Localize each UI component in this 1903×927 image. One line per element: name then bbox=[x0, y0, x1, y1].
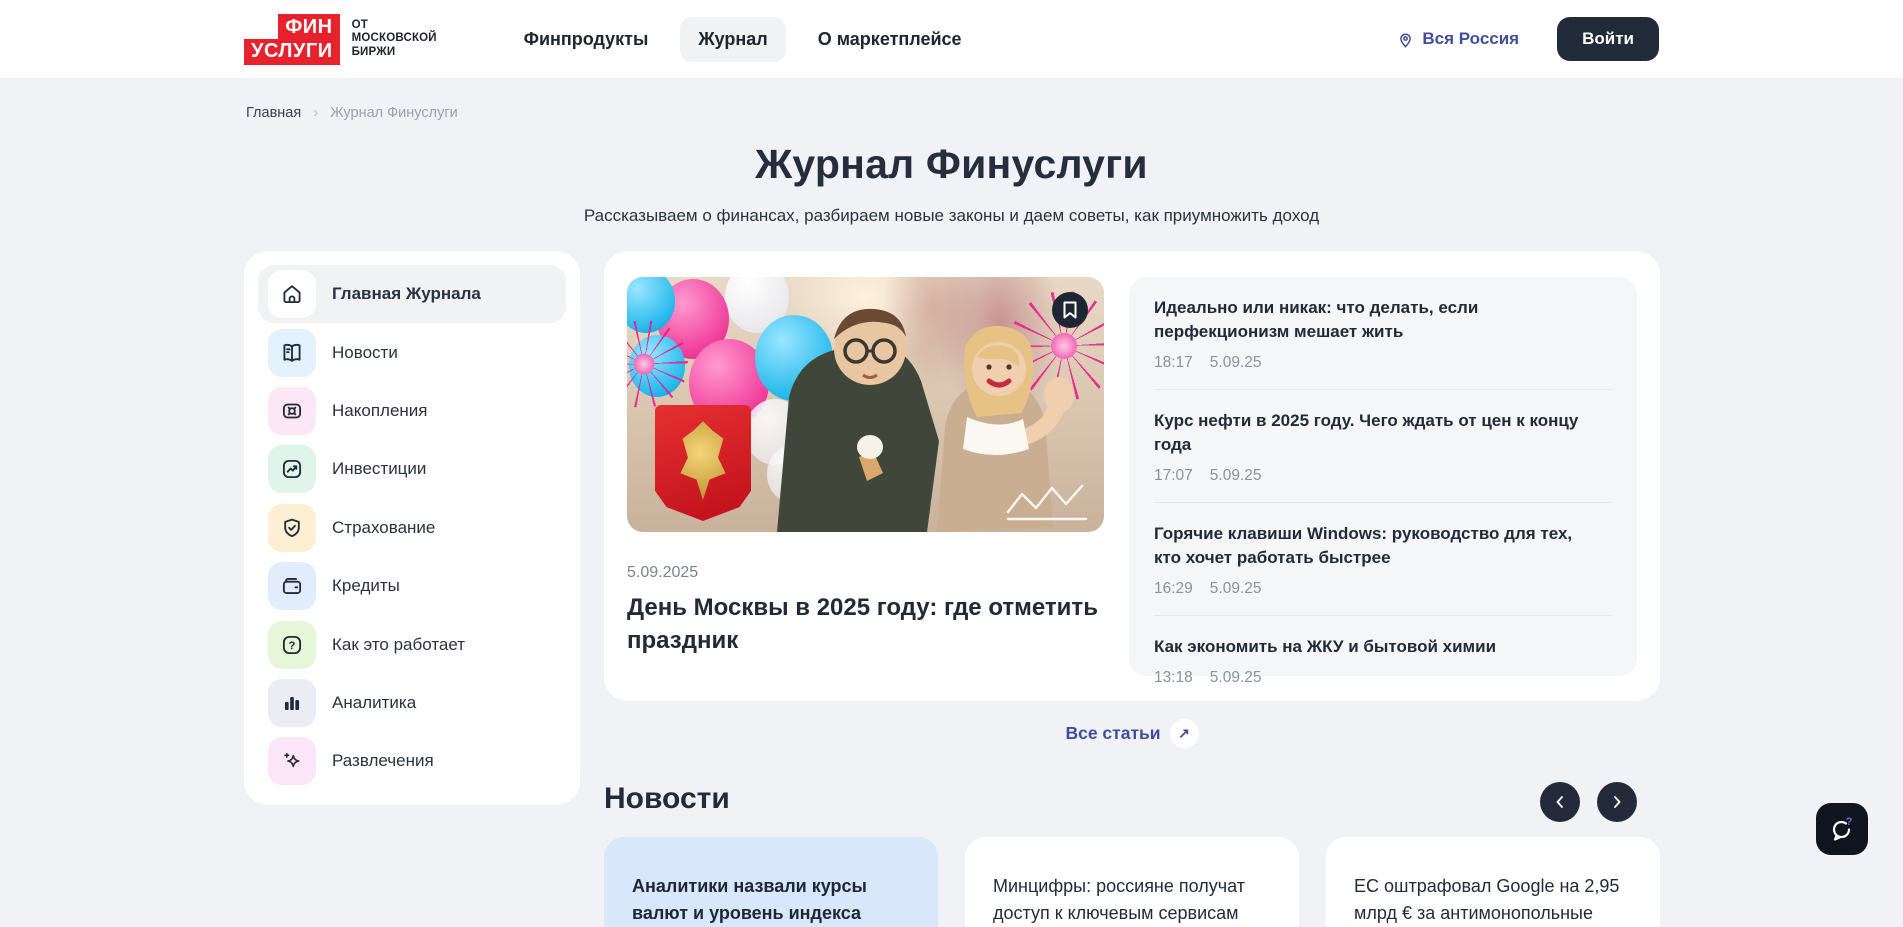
finuslugi-logo[interactable]: ФИН УСЛУГИ ОТ МОСКОВСКОЙ БИРЖИ bbox=[244, 14, 462, 65]
carousel-next-button[interactable] bbox=[1597, 782, 1637, 822]
sidebar-item-label: Как это работает bbox=[332, 635, 465, 655]
article-time: 13:18 bbox=[1154, 669, 1193, 687]
article-meta: 17:07 5.09.25 bbox=[1154, 467, 1612, 485]
article-time: 17:07 bbox=[1154, 467, 1193, 485]
sidebar-item-label: Инвестиции bbox=[332, 459, 426, 479]
nav-journal[interactable]: Журнал bbox=[680, 17, 785, 62]
how-it-works-icon: ? bbox=[268, 621, 316, 669]
featured-article-card: 5.09.2025 День Москвы в 2025 году: где о… bbox=[604, 251, 1660, 701]
news-card-text: Минцифры: россияне получат доступ к ключ… bbox=[993, 873, 1271, 927]
list-item[interactable]: Идеально или никак: что делать, если пер… bbox=[1154, 277, 1612, 389]
list-item[interactable]: Горячие клавиши Windows: руководство для… bbox=[1154, 502, 1612, 615]
chevron-left-icon bbox=[1553, 795, 1567, 809]
sidebar-item-label: Новости bbox=[332, 343, 398, 363]
list-item[interactable]: Курс нефти в 2025 году. Чего ждать от це… bbox=[1154, 389, 1612, 502]
breadcrumb-separator-icon: › bbox=[313, 104, 318, 121]
all-articles-label: Все статьи bbox=[1065, 723, 1160, 744]
news-card[interactable]: Аналитики назвали курсы валют и уровень … bbox=[604, 837, 938, 927]
news-card-text: ЕС оштрафовал Google на 2,95 млрд € за а… bbox=[1354, 873, 1632, 927]
sidebar-item-label: Страхование bbox=[332, 518, 435, 538]
chevron-right-icon bbox=[1610, 795, 1624, 809]
news-cards-row: Аналитики назвали курсы валют и уровень … bbox=[604, 837, 1660, 927]
sidebar-item-label: Накопления bbox=[332, 401, 427, 421]
sidebar-item-news[interactable]: Новости bbox=[258, 323, 566, 381]
sidebar-item-savings[interactable]: Накопления bbox=[258, 382, 566, 440]
credits-icon bbox=[268, 562, 316, 610]
article-title: Горячие клавиши Windows: руководство для… bbox=[1154, 522, 1584, 570]
article-date: 5.09.25 bbox=[1210, 580, 1262, 598]
news-section-title: Новости bbox=[604, 782, 730, 816]
all-articles-link[interactable]: Все статьи ↗ bbox=[604, 719, 1660, 748]
news-card-text: Аналитики назвали курсы валют и уровень … bbox=[632, 873, 910, 927]
article-date: 5.09.25 bbox=[1210, 467, 1262, 485]
main-nav: Финпродукты Журнал О маркетплейсе bbox=[506, 17, 980, 62]
logo-tagline: ОТ МОСКОВСКОЙ БИРЖИ bbox=[352, 19, 462, 60]
article-meta: 16:29 5.09.25 bbox=[1154, 580, 1612, 598]
article-time: 16:29 bbox=[1154, 580, 1193, 598]
chat-help-icon: ? bbox=[1827, 814, 1857, 844]
sidebar-item-analytics[interactable]: Аналитика bbox=[258, 674, 566, 732]
home-icon bbox=[268, 270, 316, 318]
article-date: 5.09.25 bbox=[1210, 669, 1262, 687]
savings-icon bbox=[268, 387, 316, 435]
nav-finproducts[interactable]: Финпродукты bbox=[506, 17, 667, 62]
latest-articles-list: Идеально или никак: что делать, если пер… bbox=[1129, 277, 1637, 676]
chart-watermark-icon bbox=[1006, 482, 1090, 522]
featured-article-date: 5.09.2025 bbox=[627, 564, 698, 582]
top-navigation-bar: ФИН УСЛУГИ ОТ МОСКОВСКОЙ БИРЖИ Финпродук… bbox=[0, 0, 1903, 78]
featured-article-image[interactable] bbox=[627, 277, 1104, 532]
featured-article-title[interactable]: День Москвы в 2025 году: где отметить пр… bbox=[627, 591, 1107, 657]
nav-about-marketplace[interactable]: О маркетплейсе bbox=[800, 17, 980, 62]
logo-line1: ФИН bbox=[278, 14, 339, 39]
article-title: Идеально или никак: что делать, если пер… bbox=[1154, 296, 1584, 344]
list-item[interactable]: Как экономить на ЖКУ и бытовой химии 13:… bbox=[1154, 615, 1612, 704]
page-subtitle: Рассказываем о финансах, разбираем новые… bbox=[0, 206, 1903, 226]
region-selector[interactable]: Вся Россия bbox=[1396, 29, 1519, 49]
location-pin-icon bbox=[1396, 30, 1415, 49]
breadcrumb: Главная › Журнал Финуслуги bbox=[246, 104, 458, 121]
sidebar-item-label: Кредиты bbox=[332, 576, 400, 596]
login-button[interactable]: Войти bbox=[1557, 17, 1659, 61]
news-card[interactable]: Минцифры: россияне получат доступ к ключ… bbox=[965, 837, 1299, 927]
breadcrumb-current: Журнал Финуслуги bbox=[330, 105, 458, 121]
news-icon bbox=[268, 329, 316, 377]
sidebar-item-journal-home[interactable]: Главная Журнала bbox=[258, 265, 566, 323]
article-meta: 18:17 5.09.25 bbox=[1154, 354, 1612, 372]
bookmark-button[interactable] bbox=[1052, 292, 1088, 328]
article-meta: 13:18 5.09.25 bbox=[1154, 669, 1612, 687]
svg-text:?: ? bbox=[1846, 816, 1853, 828]
sidebar-item-label: Развлечения bbox=[332, 751, 434, 771]
bookmark-icon bbox=[1062, 301, 1078, 319]
svg-text:?: ? bbox=[289, 640, 296, 652]
journal-page: ФИН УСЛУГИ ОТ МОСКОВСКОЙ БИРЖИ Финпродук… bbox=[0, 0, 1903, 927]
news-carousel-controls bbox=[1540, 782, 1637, 822]
logo-line2: УСЛУГИ bbox=[244, 39, 340, 65]
sidebar-item-label: Главная Журнала bbox=[332, 284, 481, 304]
sidebar-item-how-it-works[interactable]: ? Как это работает bbox=[258, 615, 566, 673]
sidebar-item-label: Аналитика bbox=[332, 693, 416, 713]
investments-icon bbox=[268, 445, 316, 493]
sidebar-item-entertainment[interactable]: Развлечения bbox=[258, 732, 566, 790]
region-label: Вся Россия bbox=[1422, 29, 1519, 49]
breadcrumb-home[interactable]: Главная bbox=[246, 105, 301, 121]
analytics-icon bbox=[268, 679, 316, 727]
article-title: Курс нефти в 2025 году. Чего ждать от це… bbox=[1154, 409, 1584, 457]
article-time: 18:17 bbox=[1154, 354, 1193, 372]
journal-sidebar: Главная Журнала Новости Накопления Инвес… bbox=[244, 251, 580, 805]
entertainment-icon bbox=[268, 737, 316, 785]
logo-mark: ФИН УСЛУГИ bbox=[244, 14, 340, 65]
sidebar-item-insurance[interactable]: Страхование bbox=[258, 499, 566, 557]
article-title: Как экономить на ЖКУ и бытовой химии bbox=[1154, 635, 1584, 659]
sidebar-item-investments[interactable]: Инвестиции bbox=[258, 440, 566, 498]
page-title: Журнал Финуслуги bbox=[0, 141, 1903, 188]
insurance-icon bbox=[268, 504, 316, 552]
news-card[interactable]: ЕС оштрафовал Google на 2,95 млрд € за а… bbox=[1326, 837, 1660, 927]
sidebar-item-credits[interactable]: Кредиты bbox=[258, 557, 566, 615]
support-chat-button[interactable]: ? bbox=[1816, 803, 1868, 855]
article-date: 5.09.25 bbox=[1210, 354, 1262, 372]
arrow-up-right-icon: ↗ bbox=[1170, 719, 1199, 748]
carousel-prev-button[interactable] bbox=[1540, 782, 1580, 822]
